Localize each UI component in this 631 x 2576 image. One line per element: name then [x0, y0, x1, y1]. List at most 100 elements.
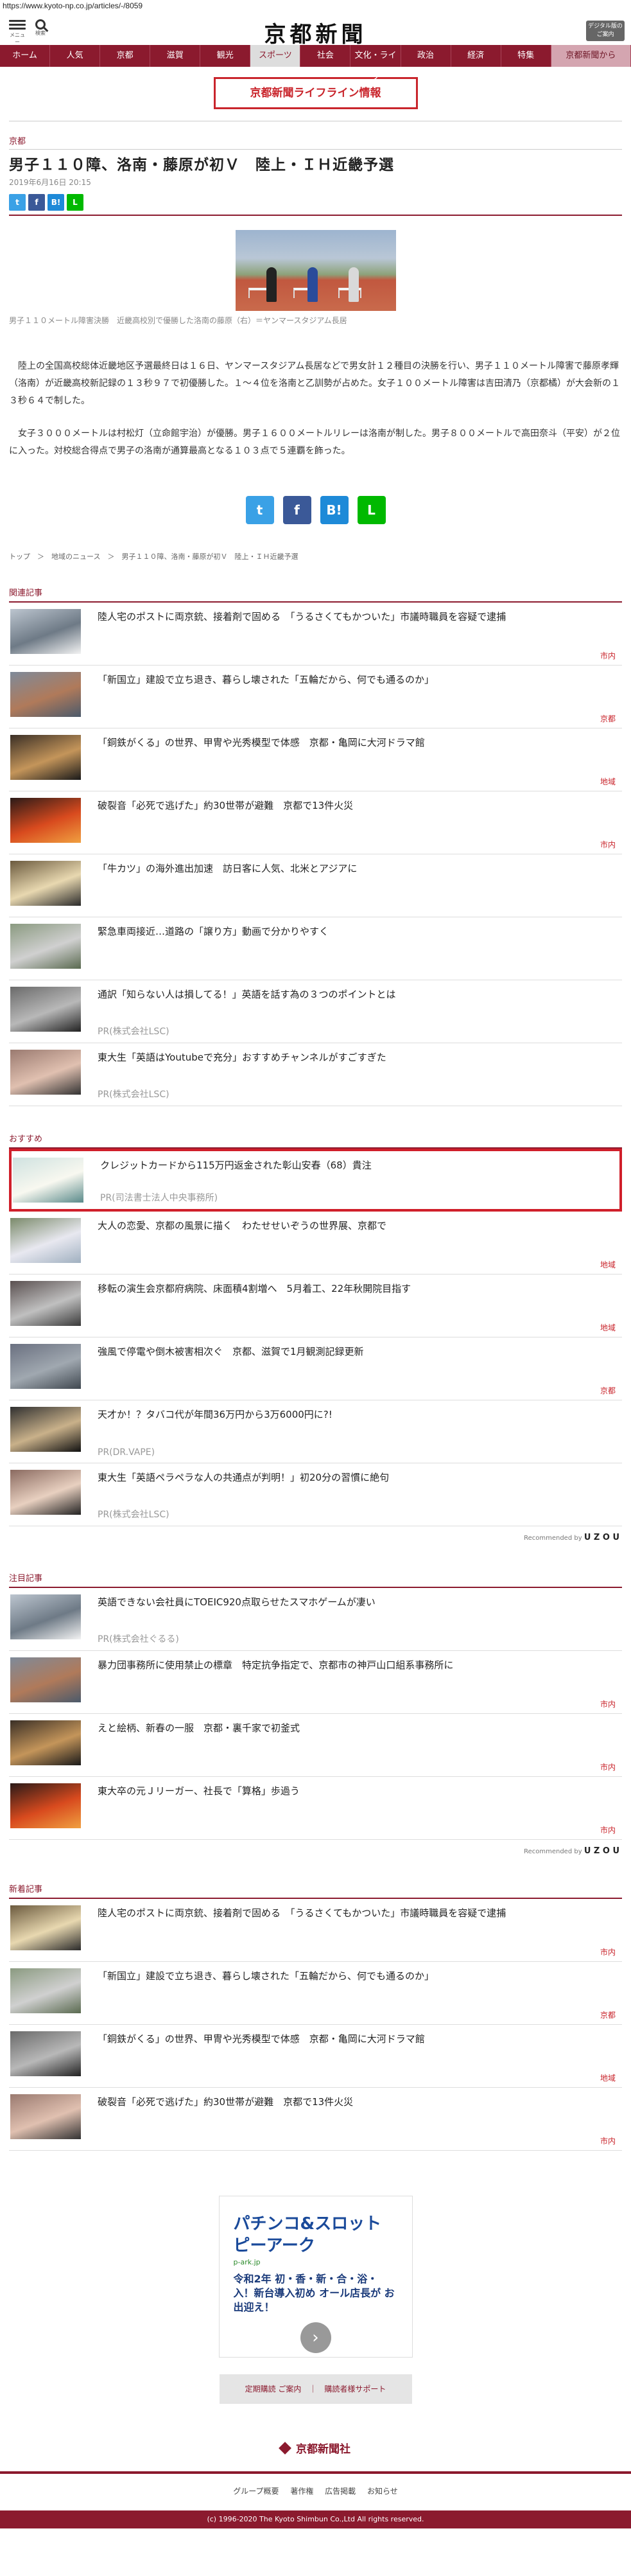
- region-tag[interactable]: 市内: [600, 839, 616, 850]
- item-title[interactable]: 移転の演生会京都府病院、床面積4割増へ 5月着工、22年秋開院目指す: [98, 1282, 616, 1295]
- thumbnail[interactable]: [10, 1470, 81, 1515]
- footer-logo[interactable]: 京都新聞社: [0, 2440, 631, 2456]
- thumbnail[interactable]: [10, 861, 81, 906]
- region-tag[interactable]: 地域: [600, 2072, 616, 2083]
- nav-item[interactable]: 京都: [100, 45, 151, 67]
- thumbnail[interactable]: [10, 1720, 81, 1765]
- region-tag[interactable]: 市内: [600, 1761, 616, 1772]
- nav-item[interactable]: 京都新聞から: [551, 45, 631, 67]
- hatena-share-icon[interactable]: B!: [320, 496, 349, 524]
- thumbnail[interactable]: [10, 924, 81, 969]
- article-item[interactable]: 移転の演生会京都府病院、床面積4割増へ 5月着工、22年秋開院目指す地域: [9, 1275, 622, 1337]
- article-item[interactable]: 破裂音「必死で逃げた」約30世帯が避難 京都で13件火災 市内: [9, 2088, 622, 2151]
- article-item[interactable]: 東大卒の元Ｊリーガー、社長で「算格」歩過う市内: [9, 1777, 622, 1840]
- nav-item[interactable]: 特集: [501, 45, 551, 67]
- line-share-icon[interactable]: L: [357, 496, 386, 524]
- article-item[interactable]: えと絵柄、新春の一服 京都・裏千家で初釜式市内: [9, 1714, 622, 1777]
- article-item[interactable]: 暴力団事務所に使用禁止の標章 特定抗争指定で、京都市の神戸山口組系事務所に市内: [9, 1651, 622, 1714]
- item-title[interactable]: 強風で停電や倒木被害相次ぐ 京都、滋賀で1月観測記録更新: [98, 1345, 616, 1358]
- item-title[interactable]: 「牛カツ」の海外進出加速 訪日客に人気、北米とアジアに: [98, 862, 616, 875]
- item-title[interactable]: 暴力団事務所に使用禁止の標章 特定抗争指定で、京都市の神戸山口組系事務所に: [98, 1659, 616, 1672]
- article-category[interactable]: 京都: [0, 132, 631, 149]
- region-tag[interactable]: 市内: [600, 2135, 616, 2146]
- article-item[interactable]: 大人の恋愛、京都の風景に描く わたせせいぞうの世界展、京都で 地域: [9, 1212, 622, 1275]
- hatena-share-icon[interactable]: B!: [48, 194, 64, 211]
- nav-item[interactable]: 人気: [50, 45, 101, 67]
- article-item[interactable]: 「新国立」建設で立ち退き、暮らし壊された「五輪だから、何でも通るのか」京都: [9, 666, 622, 728]
- region-tag[interactable]: 市内: [600, 1946, 616, 1957]
- article-item[interactable]: 強風で停電や倒木被害相次ぐ 京都、滋賀で1月観測記録更新京都: [9, 1337, 622, 1400]
- nav-item[interactable]: ホーム: [0, 45, 51, 67]
- item-title[interactable]: 英語できない会社員にTOEIC920点取らせたスマホゲームが凄い: [98, 1596, 616, 1609]
- item-title[interactable]: 緊急車両接近…道路の「譲り方」動画で分かりやすく: [98, 925, 616, 938]
- thumbnail[interactable]: [10, 1218, 81, 1263]
- nav-item[interactable]: 文化・ライフ: [350, 45, 401, 82]
- thumbnail[interactable]: [10, 1783, 81, 1828]
- thumbnail[interactable]: [10, 2094, 81, 2139]
- advertisement[interactable]: パチンコ&スロット ピーアーク p-ark.jp 令和2年 初・香・新・合・浴・…: [218, 2196, 413, 2358]
- item-title[interactable]: 東大卒の元Ｊリーガー、社長で「算格」歩過う: [98, 1785, 616, 1797]
- facebook-share-icon[interactable]: f: [282, 496, 311, 524]
- item-title[interactable]: 陸人宅のポストに両京銃、接着剤で固める 「うるさくてもかついた」市議時職員を容疑…: [98, 610, 616, 623]
- article-item[interactable]: 「銅鉄がくる」の世界、甲冑や光秀模型で体感 京都・亀岡に大河ドラマ館 地域: [9, 728, 622, 791]
- thumbnail[interactable]: [10, 1968, 81, 2013]
- item-title[interactable]: 「新国立」建設で立ち退き、暮らし壊された「五輪だから、何でも通るのか」: [98, 1970, 616, 1982]
- item-title[interactable]: 天才か！？タバコ代が年間36万円から3万6000円に?!: [98, 1408, 616, 1421]
- nav-item[interactable]: 滋賀: [150, 45, 201, 67]
- nav-item[interactable]: 政治: [401, 45, 451, 67]
- item-title[interactable]: 東大生「英語ペラペラな人の共通点が判明！」初20分の習慣に絶句: [98, 1471, 616, 1484]
- nav-item[interactable]: 経済: [451, 45, 501, 67]
- region-tag[interactable]: 市内: [600, 1824, 616, 1835]
- recommended-by[interactable]: Recommended by U Z O U: [0, 1846, 631, 1857]
- twitter-share-icon[interactable]: t: [9, 194, 26, 211]
- thumbnail[interactable]: [10, 1594, 81, 1639]
- footer-links[interactable]: グループ概要 著作権 広告掲載 お知らせ: [0, 2474, 631, 2508]
- thumbnail[interactable]: [10, 987, 81, 1032]
- facebook-share-icon[interactable]: f: [28, 194, 45, 211]
- item-title[interactable]: えと絵柄、新春の一服 京都・裏千家で初釜式: [98, 1722, 616, 1734]
- sponsored-item[interactable]: 英語できない会社員にTOEIC920点取らせたスマホゲームが凄い PR(株式会社ぐ…: [9, 1588, 622, 1651]
- thumbnail[interactable]: [10, 1050, 81, 1095]
- thumbnail[interactable]: [10, 1344, 81, 1389]
- article-item[interactable]: 陸人宅のポストに両京銃、接着剤で固める 「うるさくてもかついた」市議時職員を容疑…: [9, 1899, 622, 1962]
- ad-arrow-icon[interactable]: ›: [300, 2322, 331, 2353]
- breadcrumb[interactable]: トップ ＞ 地域のニュース ＞ 男子１１０障、洛南・藤原が初Ｖ 陸上・ＩＨ近畿予…: [0, 551, 631, 561]
- thumbnail[interactable]: [13, 1158, 83, 1203]
- thumbnail[interactable]: [10, 798, 81, 843]
- thumbnail[interactable]: [10, 672, 81, 717]
- nav-item[interactable]: 観光: [200, 45, 251, 67]
- article-item[interactable]: 「新国立」建設で立ち退き、暮らし壊された「五輪だから、何でも通るのか」京都: [9, 1962, 622, 2025]
- item-title[interactable]: 「新国立」建設で立ち退き、暮らし壊された「五輪だから、何でも通るのか」: [98, 673, 616, 686]
- region-tag[interactable]: 京都: [600, 1385, 616, 1396]
- region-tag[interactable]: 市内: [600, 1698, 616, 1709]
- article-photo[interactable]: [235, 230, 396, 311]
- item-title[interactable]: 通訳「知らない人は損してる！」英語を話す為の３つのポイントとは: [98, 988, 616, 1001]
- item-title[interactable]: 陸人宅のポストに両京銃、接着剤で固める 「うるさくてもかついた」市議時職員を容疑…: [98, 1907, 616, 1919]
- sponsored-item[interactable]: 天才か！？タバコ代が年間36万円から3万6000円に?! PR(DR.VAPE): [9, 1400, 622, 1463]
- digital-edition-button[interactable]: デジタル版のご案内: [586, 21, 625, 41]
- subscription-links[interactable]: 定期購読 ご案内 ｜ 購読者様サポート: [219, 2374, 412, 2404]
- thumbnail[interactable]: [10, 1281, 81, 1326]
- item-title[interactable]: 「銅鉄がくる」の世界、甲冑や光秀模型で体感 京都・亀岡に大河ドラマ館: [98, 2033, 616, 2045]
- article-item[interactable]: 破裂音「必死で逃げた」約30世帯が避難 京都で13件火災市内: [9, 791, 622, 854]
- item-title[interactable]: 破裂音「必死で逃げた」約30世帯が避難 京都で13件火災: [98, 799, 616, 812]
- region-tag[interactable]: 市内: [600, 650, 616, 661]
- region-tag[interactable]: 京都: [600, 2009, 616, 2020]
- lifeline-info-button[interactable]: 京都新聞ライフライン情報: [213, 77, 418, 109]
- region-tag[interactable]: 地域: [600, 1322, 616, 1333]
- url-bar[interactable]: https://www.kyoto-np.co.jp/articles/-/80…: [0, 0, 631, 13]
- thumbnail[interactable]: [10, 2031, 81, 2076]
- article-item[interactable]: 「牛カツ」の海外進出加速 訪日客に人気、北米とアジアに: [9, 854, 622, 917]
- region-tag[interactable]: 地域: [600, 1259, 616, 1270]
- region-tag[interactable]: 地域: [600, 776, 616, 787]
- thumbnail[interactable]: [10, 1657, 81, 1702]
- thumbnail[interactable]: [10, 1905, 81, 1950]
- thumbnail[interactable]: [10, 735, 81, 780]
- sponsored-item[interactable]: 通訳「知らない人は損してる！」英語を話す為の３つのポイントとは PR(株式会社LS…: [9, 980, 622, 1043]
- sponsored-item[interactable]: 東大生「英語ペラペラな人の共通点が判明！」初20分の習慣に絶句 PR(株式会社LS…: [9, 1463, 622, 1526]
- article-item[interactable]: 緊急車両接近…道路の「譲り方」動画で分かりやすく: [9, 917, 622, 980]
- line-share-icon[interactable]: L: [67, 194, 83, 211]
- region-tag[interactable]: 京都: [600, 713, 616, 724]
- item-title[interactable]: 東大生「英語はYoutubeで充分」おすすめチャンネルがすごすぎた: [98, 1051, 616, 1064]
- sponsored-item[interactable]: 東大生「英語はYoutubeで充分」おすすめチャンネルがすごすぎた PR(株式会社…: [9, 1043, 622, 1106]
